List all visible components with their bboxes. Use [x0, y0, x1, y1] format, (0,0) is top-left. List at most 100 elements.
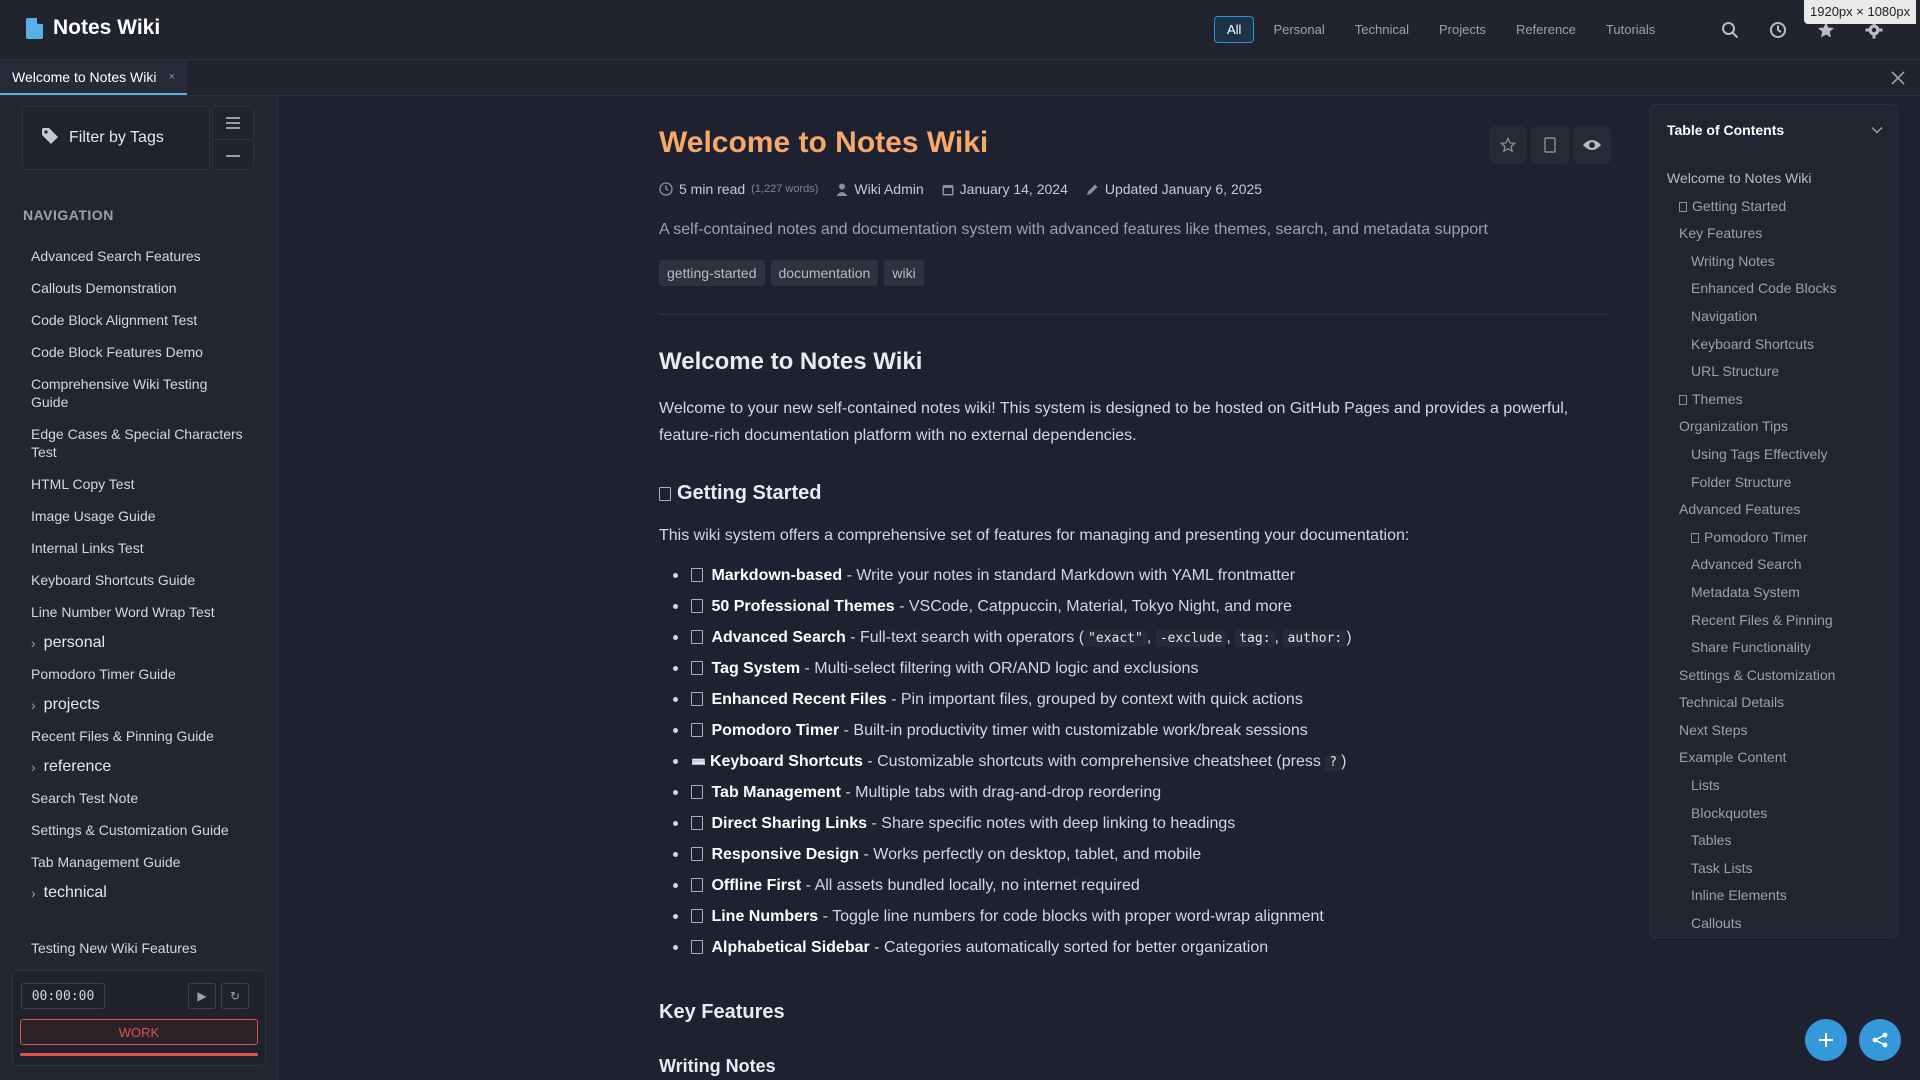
feature-desc: - Full-text search with operators ( [845, 629, 1085, 646]
list-item: Direct Sharing Links - Share specific no… [659, 808, 1589, 839]
nav-folder-reference[interactable]: › reference [22, 752, 254, 782]
nav-item[interactable]: Internal Links Test [22, 532, 254, 564]
tab-close-icon[interactable]: × [168, 71, 174, 83]
nav-item[interactable]: Image Usage Guide [22, 500, 254, 532]
filter-by-tags-button[interactable]: Filter by Tags [22, 106, 210, 170]
nav-item[interactable]: Edge Cases & Special Characters Test [22, 418, 254, 468]
toc-item[interactable]: Advanced Features [1667, 496, 1891, 524]
reset-icon[interactable]: ↻ [221, 983, 249, 1009]
toc-item[interactable]: Folder Structure [1667, 469, 1891, 497]
read-time: 5 min read (1,227 words) [659, 181, 818, 197]
toc-item[interactable]: Example Content [1667, 744, 1891, 772]
play-icon[interactable]: ▶ [188, 983, 216, 1009]
toc-item[interactable]: Enhanced Code Blocks [1667, 275, 1891, 303]
category-reference[interactable]: Reference [1505, 16, 1587, 43]
emoji-placeholder-icon [1679, 201, 1687, 212]
toc-item[interactable]: Pomodoro Timer [1667, 524, 1891, 552]
emoji-placeholder-icon [691, 630, 703, 644]
nav-item[interactable]: Callouts Demonstration [22, 272, 254, 304]
collapse-all-icon[interactable] [213, 139, 253, 171]
tag-chip[interactable]: wiki [884, 260, 924, 286]
pomodoro-mode-button[interactable]: WORK [20, 1019, 258, 1045]
toc-item[interactable]: Organization Tips [1667, 413, 1891, 441]
nav-folder-projects[interactable]: › projects [22, 690, 254, 720]
category-technical[interactable]: Technical [1344, 16, 1420, 43]
nav-item[interactable]: Search Test Note [22, 782, 254, 814]
tab-welcome[interactable]: Welcome to Notes Wiki × [0, 60, 187, 95]
bookmark-icon[interactable] [1531, 126, 1569, 164]
chevron-down-icon[interactable] [1871, 121, 1883, 138]
toc-label: Keyboard Shortcuts [1691, 335, 1814, 352]
expand-all-icon[interactable] [213, 107, 253, 139]
share-button[interactable] [1859, 1019, 1901, 1061]
emoji-placeholder-icon [691, 816, 703, 830]
search-icon[interactable] [1718, 18, 1742, 42]
heading-key-features: Key Features [659, 1001, 785, 1023]
read-time-text: 5 min read [679, 181, 746, 197]
new-note-button[interactable] [1805, 1019, 1847, 1061]
toc-item[interactable]: Share Functionality [1667, 634, 1891, 662]
toc-item[interactable]: Key Features [1667, 220, 1891, 248]
chevron-right-icon: › [31, 885, 36, 901]
nav-item[interactable]: Keyboard Shortcuts Guide [22, 564, 254, 596]
nav-item[interactable]: Settings & Customization Guide [22, 814, 254, 846]
toc-item[interactable]: Getting Started [1667, 193, 1891, 221]
nav-item[interactable]: Comprehensive Wiki Testing Guide [22, 368, 254, 418]
updated-date: Updated January 6, 2025 [1086, 181, 1262, 197]
nav-item[interactable]: Recent Files & Pinning Guide [22, 720, 254, 752]
toc-item[interactable]: Advanced Search [1667, 551, 1891, 579]
note-actions [1489, 126, 1611, 164]
toc-item[interactable]: Using Tags Effectively [1667, 441, 1891, 469]
nav-item[interactable]: HTML Copy Test [22, 468, 254, 500]
keyboard-icon: ⌨️ [691, 755, 706, 769]
toc-item[interactable]: Writing Notes [1667, 248, 1891, 276]
pin-star-icon[interactable] [1489, 126, 1527, 164]
inline-code: "exact" [1084, 630, 1147, 647]
nav-folder-personal[interactable]: › personal [22, 628, 254, 658]
toc-item[interactable]: Callouts [1667, 910, 1891, 938]
toc-label: Recent Files & Pinning [1691, 611, 1833, 628]
heading-text: Getting Started [677, 482, 822, 504]
toc-label: Organization Tips [1679, 418, 1788, 435]
nav-item[interactable]: Code Block Features Demo [22, 336, 254, 368]
toc-item[interactable]: Lists [1667, 772, 1891, 800]
toc-item[interactable]: Themes [1667, 386, 1891, 414]
nav-folder-technical[interactable]: › technical [22, 878, 254, 908]
toc-item[interactable]: Technical Details [1667, 689, 1891, 717]
toc-item[interactable]: Next Steps [1667, 717, 1891, 745]
brand[interactable]: Notes Wiki [26, 16, 160, 40]
category-all[interactable]: All [1214, 16, 1255, 43]
toc-item[interactable]: Keyboard Shortcuts [1667, 331, 1891, 359]
toc-item[interactable]: Blockquotes [1667, 800, 1891, 828]
toc-item[interactable]: Recent Files & Pinning [1667, 607, 1891, 635]
toc-item[interactable]: Tables [1667, 827, 1891, 855]
toc-header[interactable]: Table of Contents [1667, 121, 1883, 138]
toc-item[interactable]: Inline Elements [1667, 882, 1891, 910]
toc-label: Using Tags Effectively [1691, 445, 1828, 462]
toc-item[interactable]: Metadata System [1667, 579, 1891, 607]
eye-icon[interactable] [1573, 126, 1611, 164]
toc-label: Advanced Search [1691, 556, 1802, 573]
tag-chip[interactable]: getting-started [659, 260, 765, 286]
nav-item[interactable]: Pomodoro Timer Guide [22, 658, 254, 690]
nav-item[interactable]: Line Number Word Wrap Test [22, 596, 254, 628]
history-icon[interactable] [1766, 18, 1790, 42]
category-personal[interactable]: Personal [1262, 16, 1335, 43]
feature-tail: ) [1341, 753, 1347, 770]
nav-item[interactable]: Advanced Search Features [22, 240, 254, 272]
category-tutorials[interactable]: Tutorials [1595, 16, 1666, 43]
nav-item[interactable]: Tab Management Guide [22, 846, 254, 878]
toc-item[interactable]: URL Structure [1667, 358, 1891, 386]
folder-label: personal [43, 634, 106, 651]
toc-item[interactable]: Navigation [1667, 303, 1891, 331]
toc-label: Lists [1691, 777, 1720, 794]
tag-chip[interactable]: documentation [770, 260, 879, 286]
toc-item[interactable]: Welcome to Notes Wiki [1667, 165, 1891, 193]
nav-item[interactable]: Code Block Alignment Test [22, 304, 254, 336]
toc-item[interactable]: Settings & Customization [1667, 662, 1891, 690]
nav-item[interactable]: Testing New Wiki Features [0, 936, 278, 956]
category-projects[interactable]: Projects [1428, 16, 1497, 43]
feature-name: Tag System [711, 660, 801, 677]
close-all-icon[interactable] [1888, 68, 1908, 88]
toc-item[interactable]: Task Lists [1667, 855, 1891, 883]
